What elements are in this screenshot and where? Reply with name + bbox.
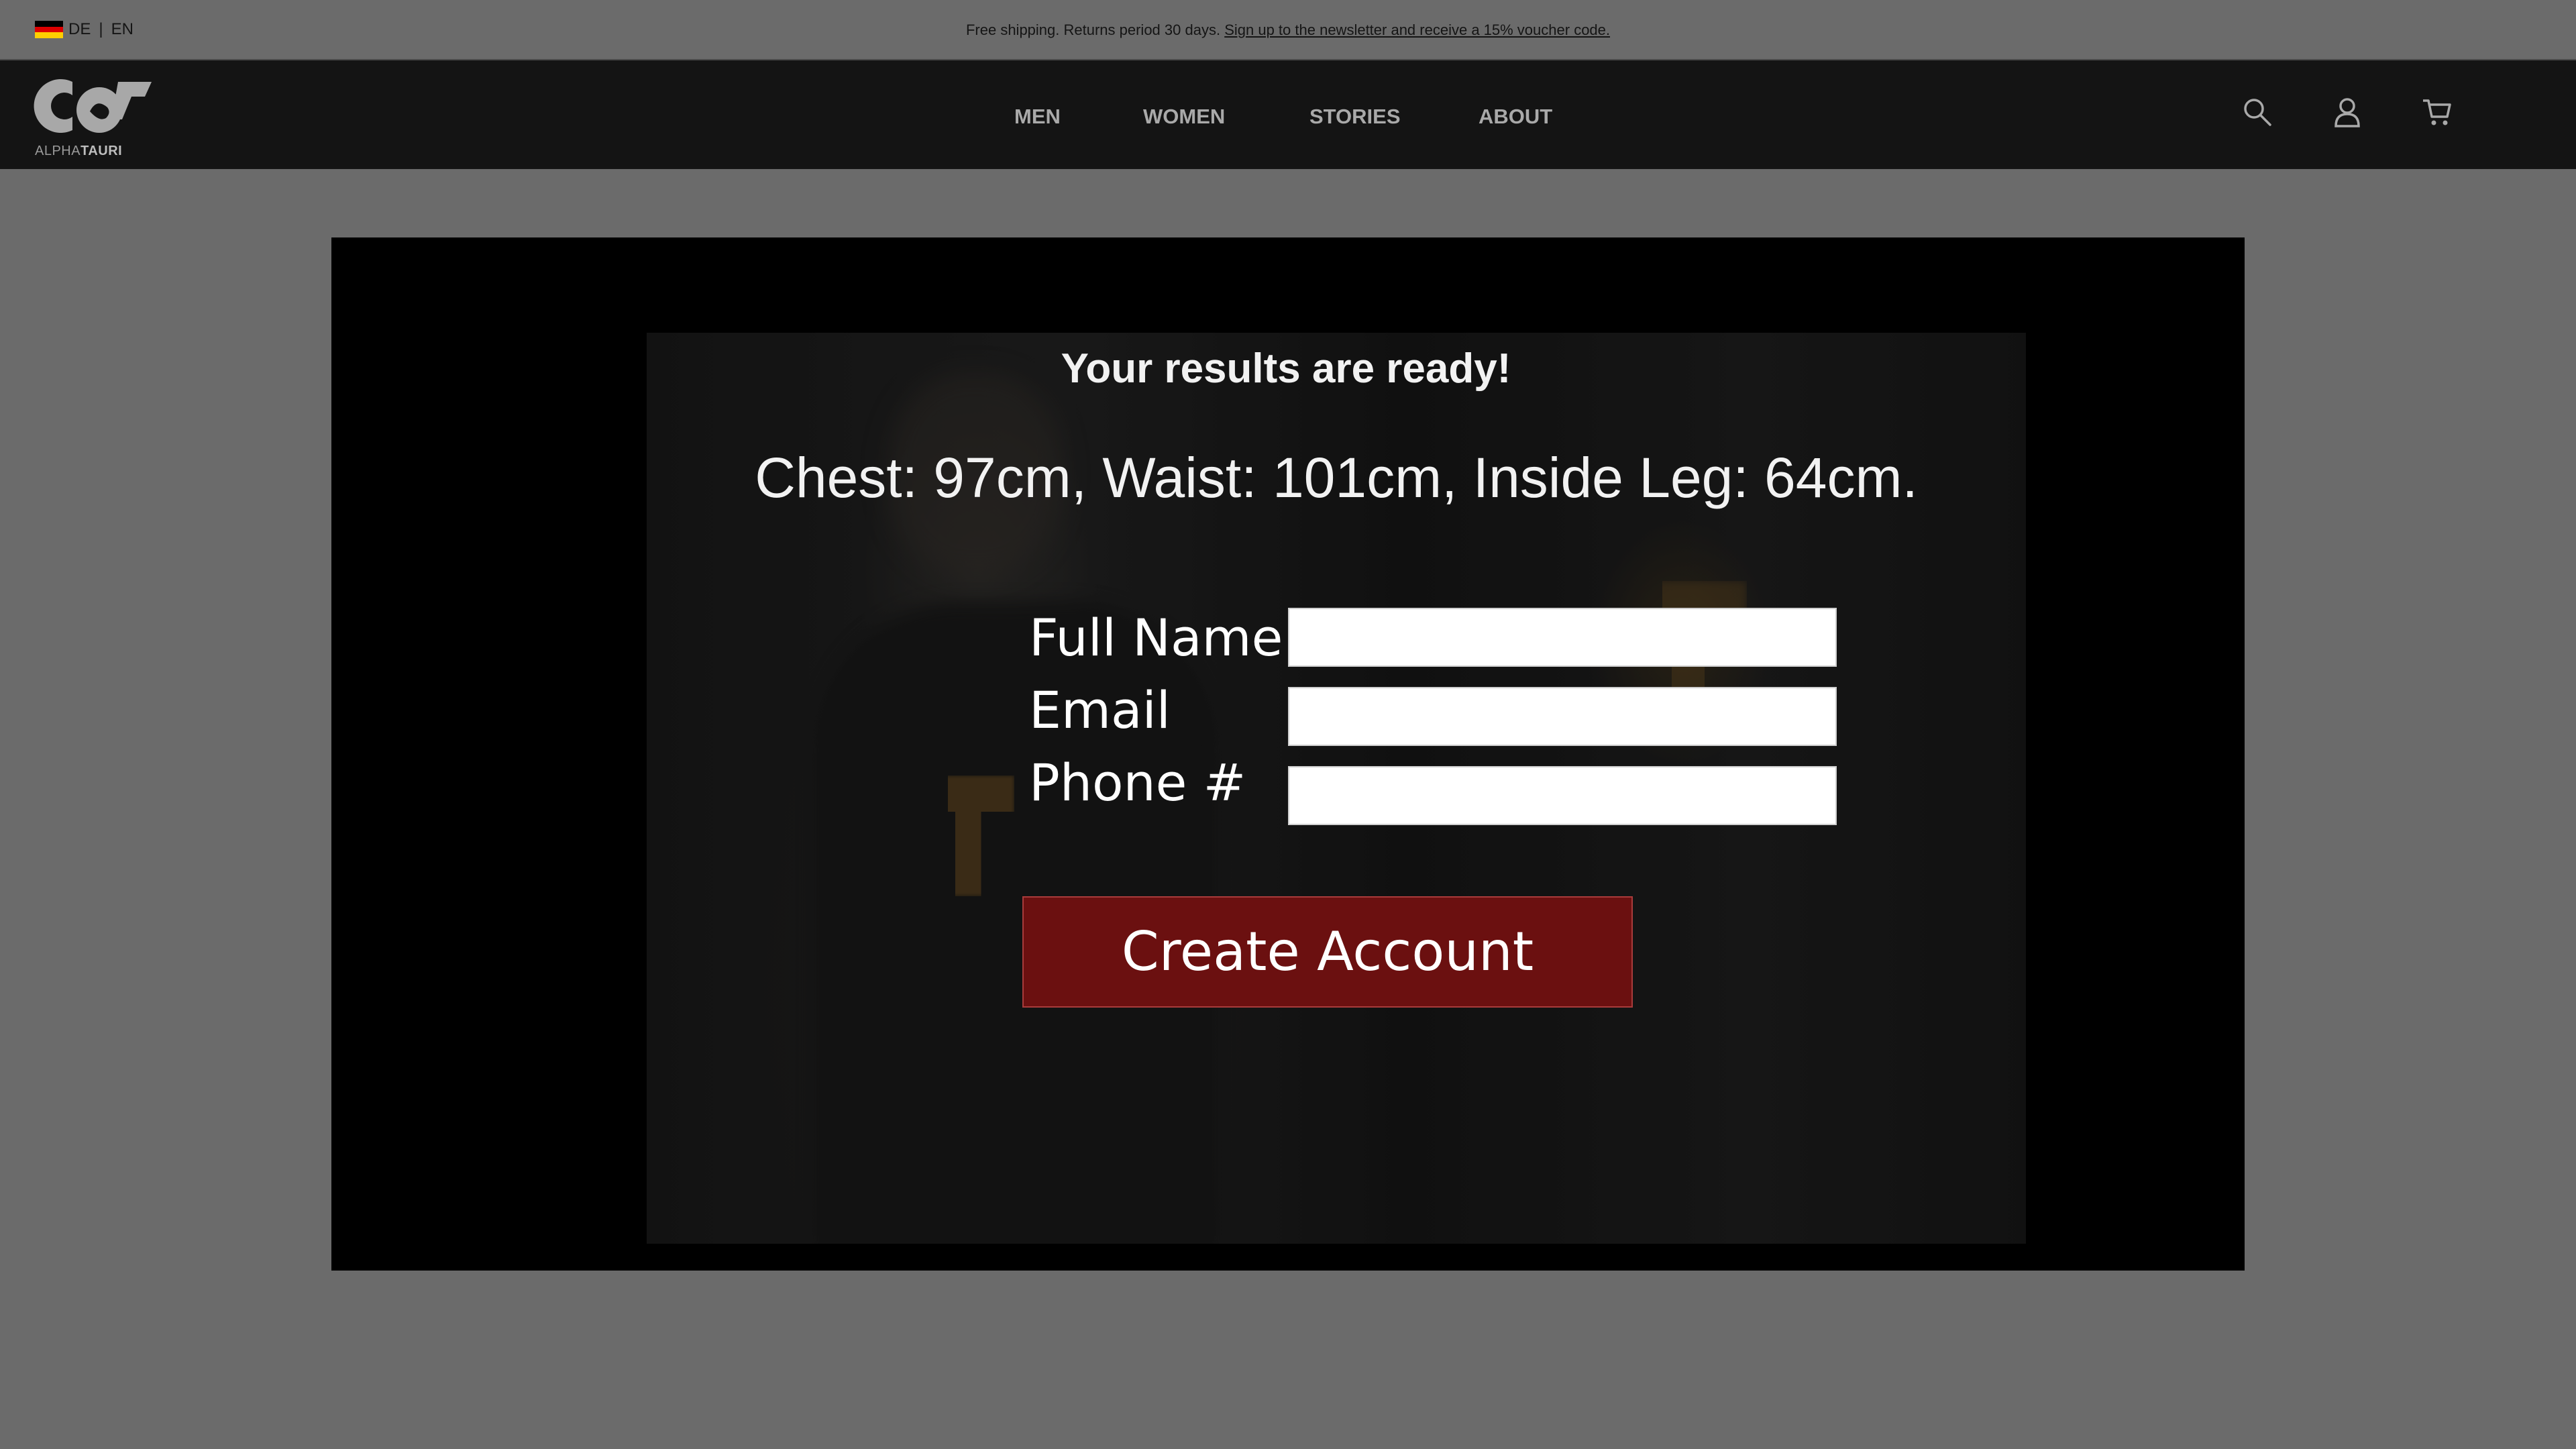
promo-message: Free shipping. Returns period 30 days. S… (0, 21, 2576, 39)
nav-stories[interactable]: STORIES (1309, 105, 1401, 129)
full-name-label: Full Name (1029, 608, 1283, 667)
size-results-modal: Your results are ready! Chest: 97cm, Wai… (331, 237, 2245, 1271)
measurements-text: Chest: 97cm, Waist: 101cm, Inside Leg: 6… (755, 446, 1918, 509)
phone-field[interactable] (1288, 766, 1837, 825)
promo-text: Free shipping. Returns period 30 days. (965, 21, 1221, 38)
alphatauri-logo[interactable]: ALPHATAURI (34, 72, 154, 160)
account-icon[interactable] (2330, 95, 2364, 129)
cart-icon[interactable] (2420, 95, 2454, 129)
nav-about[interactable]: ABOUT (1479, 105, 1552, 129)
video-background: Your results are ready! Chest: 97cm, Wai… (647, 333, 2026, 1244)
full-name-field[interactable] (1288, 608, 1837, 667)
email-label: Email (1029, 680, 1171, 740)
alphatauri-logo-icon (34, 79, 152, 133)
email-field[interactable] (1288, 687, 1837, 746)
nav-women[interactable]: WOMEN (1143, 105, 1225, 129)
search-icon[interactable] (2241, 95, 2274, 129)
results-title: Your results are ready! (1061, 345, 1511, 392)
nav-men[interactable]: MEN (1014, 105, 1061, 129)
create-account-button[interactable]: Create Account (1022, 896, 1633, 1008)
site-header: ALPHATAURI MEN WOMEN STORIES ABOUT (0, 60, 2576, 169)
logo-wordmark: ALPHATAURI (35, 144, 123, 158)
newsletter-signup-link[interactable]: Sign up to the newsletter and receive a … (1224, 21, 1610, 38)
announcement-bar: DE | EN Free shipping. Returns period 30… (0, 0, 2576, 60)
phone-label: Phone # (1029, 753, 1246, 812)
